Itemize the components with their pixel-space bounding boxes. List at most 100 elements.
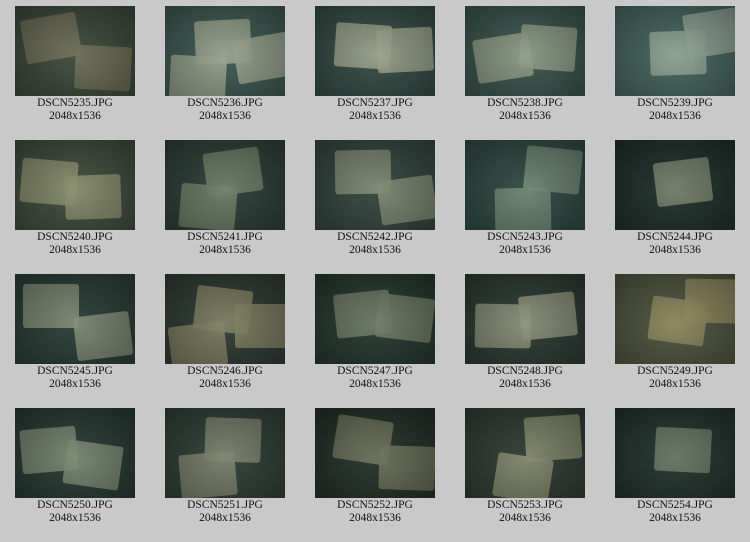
thumbnail-item[interactable]: DSCN5245.JPG 2048x1536 (0, 268, 150, 402)
photo-shading (165, 6, 285, 96)
thumbnail-dimensions: 2048x1536 (199, 244, 251, 256)
thumbnail-dimensions: 2048x1536 (649, 512, 701, 524)
thumbnail-dimensions: 2048x1536 (649, 378, 701, 390)
thumbnail-item[interactable]: DSCN5248.JPG 2048x1536 (450, 268, 600, 402)
thumbnail-filename[interactable]: DSCN5241.JPG (150, 231, 300, 244)
photo-shading (465, 6, 585, 96)
thumbnail-image[interactable] (15, 140, 135, 230)
photo-shading (15, 140, 135, 230)
thumbnail-item[interactable]: DSCN5237.JPG 2048x1536 (300, 0, 450, 134)
thumbnail-dimensions: 2048x1536 (49, 244, 101, 256)
thumbnail-filename[interactable]: DSCN5248.JPG (450, 365, 600, 378)
thumbnail-dimensions: 2048x1536 (49, 512, 101, 524)
thumbnail-dimensions: 2048x1536 (199, 378, 251, 390)
thumbnail-item[interactable]: DSCN5249.JPG 2048x1536 (600, 268, 750, 402)
thumbnail-filename[interactable]: DSCN5245.JPG (0, 365, 150, 378)
thumbnail-filename[interactable]: DSCN5244.JPG (600, 231, 750, 244)
thumbnail-item[interactable]: DSCN5238.JPG 2048x1536 (450, 0, 600, 134)
thumbnail-filename[interactable]: DSCN5239.JPG (600, 97, 750, 110)
photo-shading (165, 408, 285, 498)
photo-shading (165, 274, 285, 364)
thumbnail-image[interactable] (165, 408, 285, 498)
thumbnail-image[interactable] (465, 274, 585, 364)
thumbnail-item[interactable]: DSCN5251.JPG 2048x1536 (150, 402, 300, 536)
thumbnail-filename[interactable]: DSCN5254.JPG (600, 499, 750, 512)
photo-shading (315, 6, 435, 96)
thumbnail-item[interactable]: DSCN5253.JPG 2048x1536 (450, 402, 600, 536)
photo-shading (165, 140, 285, 230)
thumbnail-dimensions: 2048x1536 (49, 378, 101, 390)
thumbnail-item[interactable]: DSCN5236.JPG 2048x1536 (150, 0, 300, 134)
thumbnail-dimensions: 2048x1536 (499, 378, 551, 390)
photo-shading (15, 6, 135, 96)
thumbnail-dimensions: 2048x1536 (199, 512, 251, 524)
photo-shading (615, 6, 735, 96)
thumbnail-image[interactable] (315, 6, 435, 96)
photo-shading (465, 408, 585, 498)
thumbnail-dimensions: 2048x1536 (49, 110, 101, 122)
thumbnail-image[interactable] (615, 140, 735, 230)
thumbnail-dimensions: 2048x1536 (499, 512, 551, 524)
photo-shading (315, 140, 435, 230)
thumbnail-filename[interactable]: DSCN5251.JPG (150, 499, 300, 512)
thumbnail-item[interactable]: DSCN5244.JPG 2048x1536 (600, 134, 750, 268)
photo-shading (15, 274, 135, 364)
thumbnail-filename[interactable]: DSCN5235.JPG (0, 97, 150, 110)
photo-shading (315, 274, 435, 364)
thumbnail-filename[interactable]: DSCN5246.JPG (150, 365, 300, 378)
thumbnail-dimensions: 2048x1536 (349, 244, 401, 256)
thumbnail-filename[interactable]: DSCN5236.JPG (150, 97, 300, 110)
thumbnail-filename[interactable]: DSCN5243.JPG (450, 231, 600, 244)
thumbnail-image[interactable] (165, 6, 285, 96)
thumbnail-filename[interactable]: DSCN5237.JPG (300, 97, 450, 110)
thumbnail-filename[interactable]: DSCN5253.JPG (450, 499, 600, 512)
thumbnail-dimensions: 2048x1536 (649, 244, 701, 256)
thumbnail-item[interactable]: DSCN5243.JPG 2048x1536 (450, 134, 600, 268)
thumbnail-item[interactable]: DSCN5250.JPG 2048x1536 (0, 402, 150, 536)
thumbnail-filename[interactable]: DSCN5249.JPG (600, 365, 750, 378)
thumbnail-item[interactable]: DSCN5254.JPG 2048x1536 (600, 402, 750, 536)
thumbnail-item[interactable]: DSCN5235.JPG 2048x1536 (0, 0, 150, 134)
photo-shading (615, 140, 735, 230)
thumbnail-image[interactable] (315, 140, 435, 230)
thumbnail-item[interactable]: DSCN5242.JPG 2048x1536 (300, 134, 450, 268)
thumbnail-filename[interactable]: DSCN5242.JPG (300, 231, 450, 244)
thumbnail-filename[interactable]: DSCN5250.JPG (0, 499, 150, 512)
thumbnail-item[interactable]: DSCN5239.JPG 2048x1536 (600, 0, 750, 134)
thumbnail-dimensions: 2048x1536 (199, 110, 251, 122)
photo-shading (315, 408, 435, 498)
thumbnail-item[interactable]: DSCN5247.JPG 2048x1536 (300, 268, 450, 402)
thumbnail-image[interactable] (615, 408, 735, 498)
thumbnail-dimensions: 2048x1536 (499, 244, 551, 256)
thumbnail-image[interactable] (315, 408, 435, 498)
photo-shading (15, 408, 135, 498)
photo-shading (615, 408, 735, 498)
thumbnail-filename[interactable]: DSCN5238.JPG (450, 97, 600, 110)
thumbnail-image[interactable] (15, 408, 135, 498)
thumbnail-image[interactable] (615, 274, 735, 364)
thumbnail-dimensions: 2048x1536 (349, 512, 401, 524)
photo-shading (465, 274, 585, 364)
thumbnail-image[interactable] (465, 6, 585, 96)
thumbnail-filename[interactable]: DSCN5252.JPG (300, 499, 450, 512)
photo-shading (465, 140, 585, 230)
thumbnail-image[interactable] (15, 274, 135, 364)
photo-shading (615, 274, 735, 364)
thumbnail-dimensions: 2048x1536 (499, 110, 551, 122)
thumbnail-item[interactable]: DSCN5246.JPG 2048x1536 (150, 268, 300, 402)
thumbnail-dimensions: 2048x1536 (649, 110, 701, 122)
thumbnail-image[interactable] (15, 6, 135, 96)
thumbnail-item[interactable]: DSCN5252.JPG 2048x1536 (300, 402, 450, 536)
thumbnail-image[interactable] (465, 408, 585, 498)
thumbnail-image[interactable] (165, 274, 285, 364)
thumbnail-item[interactable]: DSCN5241.JPG 2048x1536 (150, 134, 300, 268)
thumbnail-image[interactable] (465, 140, 585, 230)
thumbnail-filename[interactable]: DSCN5240.JPG (0, 231, 150, 244)
thumbnail-dimensions: 2048x1536 (349, 110, 401, 122)
thumbnail-image[interactable] (315, 274, 435, 364)
thumbnail-image[interactable] (615, 6, 735, 96)
thumbnail-item[interactable]: DSCN5240.JPG 2048x1536 (0, 134, 150, 268)
thumbnail-image[interactable] (165, 140, 285, 230)
thumbnail-filename[interactable]: DSCN5247.JPG (300, 365, 450, 378)
thumbnail-dimensions: 2048x1536 (349, 378, 401, 390)
